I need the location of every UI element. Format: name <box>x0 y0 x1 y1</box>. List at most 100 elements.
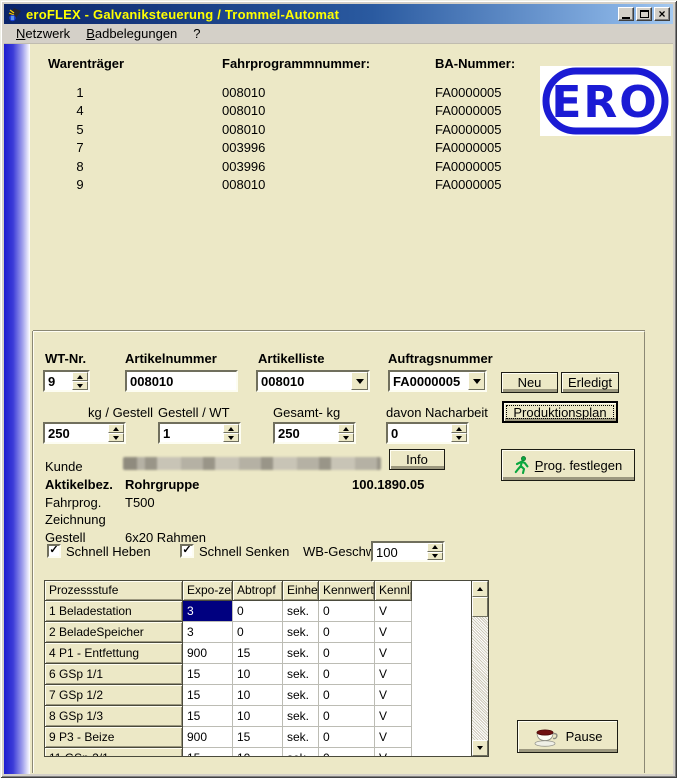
process-column-header[interactable]: Abtropf <box>233 581 283 601</box>
process-cell[interactable]: V <box>375 706 412 727</box>
process-cell[interactable]: 10 <box>233 664 283 685</box>
spin-down-icon[interactable] <box>338 433 354 442</box>
process-cell[interactable]: 3 <box>183 601 233 622</box>
spin-down-icon[interactable] <box>451 433 467 442</box>
info-button[interactable]: Info <box>389 449 445 470</box>
dropdown-arrow-icon[interactable] <box>468 372 485 390</box>
process-cell[interactable]: sek. <box>283 643 319 664</box>
wb-geschw-spinner[interactable]: 100 <box>371 541 445 562</box>
process-cell[interactable]: 15 <box>233 643 283 664</box>
process-cell[interactable]: V <box>375 685 412 706</box>
process-cell[interactable]: 0 <box>319 685 375 706</box>
process-cell[interactable]: sek. <box>283 706 319 727</box>
schnell-senken-checkbox[interactable] <box>180 544 194 558</box>
process-column-header[interactable]: Kennwert <box>319 581 375 601</box>
process-stage-cell[interactable]: 4 P1 - Entfettung <box>45 643 183 664</box>
process-cell[interactable]: 3 <box>183 622 233 643</box>
spin-up-icon[interactable] <box>338 424 354 433</box>
artikelbez-label: Aktikelbez. <box>45 477 113 492</box>
spin-up-icon[interactable] <box>108 424 124 433</box>
process-cell[interactable]: 0 <box>319 601 375 622</box>
process-cell[interactable]: sek. <box>283 601 319 622</box>
spin-up-icon[interactable] <box>72 372 88 381</box>
neu-button[interactable]: Neu <box>501 372 558 393</box>
schnell-heben-checkbox[interactable] <box>47 544 61 558</box>
wt-nr-spinner[interactable]: 9 <box>43 370 90 392</box>
process-cell[interactable]: 900 <box>183 643 233 664</box>
carrier-cell: FA0000005 <box>435 102 502 120</box>
process-column-header[interactable]: Expo-zeit <box>183 581 233 601</box>
artikelbez-value: Rohrgruppe <box>125 477 199 492</box>
process-cell[interactable]: V <box>375 727 412 748</box>
spin-up-icon[interactable] <box>427 543 443 552</box>
auftragsnummer-combobox[interactable]: FA0000005 <box>388 370 487 392</box>
process-cell[interactable]: 900 <box>183 727 233 748</box>
process-cell[interactable]: 0 <box>319 664 375 685</box>
process-cell[interactable]: sek. <box>283 622 319 643</box>
process-cell[interactable]: sek. <box>283 727 319 748</box>
artikelliste-combobox[interactable]: 008010 <box>256 370 370 392</box>
process-cell[interactable]: V <box>375 601 412 622</box>
process-cell[interactable]: 15 <box>233 727 283 748</box>
process-cell[interactable]: V <box>375 748 412 757</box>
process-cell[interactable]: 0 <box>319 622 375 643</box>
process-cell[interactable]: 0 <box>319 643 375 664</box>
vertical-scrollbar[interactable] <box>471 581 488 756</box>
process-stage-cell[interactable]: 9 P3 - Beize <box>45 727 183 748</box>
process-cell[interactable]: 15 <box>183 664 233 685</box>
process-cell[interactable]: V <box>375 622 412 643</box>
process-cell[interactable]: 10 <box>233 706 283 727</box>
menu-badbelegungen[interactable]: Badbelegungen <box>78 25 185 42</box>
process-cell[interactable]: 15 <box>183 706 233 727</box>
produktionsplan-button-label: Produktionsplan <box>513 405 606 420</box>
client-area: Warenträger Fahrprogrammnummer: BA-Numme… <box>4 44 673 774</box>
menu-netzwerk[interactable]: Netzwerk <box>8 25 78 42</box>
erledigt-button[interactable]: Erledigt <box>561 372 619 393</box>
dropdown-arrow-icon[interactable] <box>351 372 368 390</box>
process-column-header[interactable]: Einheit <box>283 581 319 601</box>
prog-festlegen-button[interactable]: Prog. festlegen <box>501 449 635 481</box>
process-cell[interactable]: 0 <box>319 706 375 727</box>
spin-down-icon[interactable] <box>108 433 124 442</box>
process-cell[interactable]: 0 <box>233 622 283 643</box>
process-stage-cell[interactable]: 2 BeladeSpeicher <box>45 622 183 643</box>
process-cell[interactable]: 10 <box>233 748 283 757</box>
spin-up-icon[interactable] <box>223 424 239 433</box>
minimize-button[interactable] <box>618 7 634 21</box>
close-button[interactable]: × <box>654 7 670 21</box>
menu-help[interactable]: ? <box>185 25 208 42</box>
kg-gestell-spinner[interactable]: 250 <box>43 422 126 444</box>
process-cell[interactable]: V <box>375 643 412 664</box>
process-cell[interactable]: 15 <box>183 685 233 706</box>
process-column-header[interactable]: Kennl. <box>375 581 412 601</box>
process-cell[interactable]: 15 <box>183 748 233 757</box>
process-column-header[interactable]: Prozessstufe <box>45 581 183 601</box>
process-cell[interactable]: V <box>375 664 412 685</box>
produktionsplan-button[interactable]: Produktionsplan <box>502 401 618 423</box>
scrollbar-thumb[interactable] <box>472 597 488 617</box>
spin-down-icon[interactable] <box>72 381 88 390</box>
spin-down-icon[interactable] <box>427 552 443 561</box>
nacharbeit-spinner[interactable]: 0 <box>386 422 469 444</box>
spin-down-icon[interactable] <box>223 433 239 442</box>
process-stage-cell[interactable]: 8 GSp 1/3 <box>45 706 183 727</box>
process-cell[interactable]: 10 <box>233 685 283 706</box>
artikelnummer-input[interactable]: 008010 <box>125 370 238 392</box>
gesamt-kg-spinner[interactable]: 250 <box>273 422 356 444</box>
process-stage-cell[interactable]: 7 GSp 1/2 <box>45 685 183 706</box>
process-cell[interactable]: sek. <box>283 748 319 757</box>
process-cell[interactable]: sek. <box>283 664 319 685</box>
pause-button[interactable]: Pause <box>517 720 618 753</box>
process-cell[interactable]: sek. <box>283 685 319 706</box>
process-stage-cell[interactable]: 1 Beladestation <box>45 601 183 622</box>
process-stage-cell[interactable]: 6 GSp 1/1 <box>45 664 183 685</box>
scroll-up-icon[interactable] <box>472 581 488 597</box>
maximize-button[interactable] <box>636 7 652 21</box>
process-cell[interactable]: 0 <box>233 601 283 622</box>
gestell-wt-spinner[interactable]: 1 <box>158 422 241 444</box>
process-cell[interactable]: 0 <box>319 748 375 757</box>
scroll-down-icon[interactable] <box>472 740 488 756</box>
spin-up-icon[interactable] <box>451 424 467 433</box>
process-cell[interactable]: 0 <box>319 727 375 748</box>
process-stage-cell[interactable]: 11 GSp 2/1 <box>45 748 183 757</box>
